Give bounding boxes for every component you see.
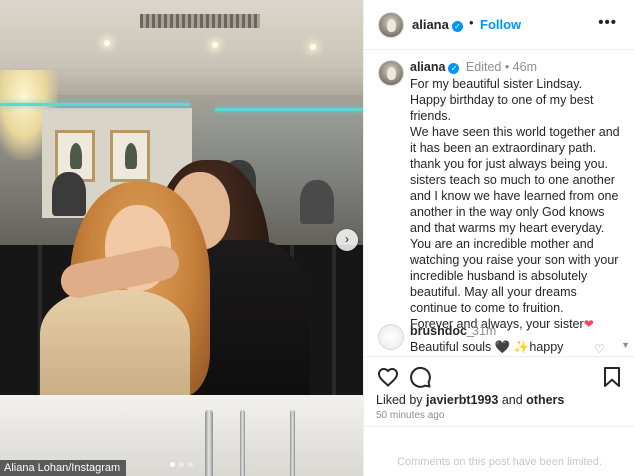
caption-line: We have seen this world together and it …	[410, 125, 620, 315]
comment: brushdoc_ 31m Beautiful souls 🖤 ✨happy ♡	[364, 318, 634, 358]
comment-bubble-icon[interactable]	[408, 365, 432, 389]
caption-text: For my beautiful sister Lindsay. Happy b…	[410, 76, 622, 332]
header-separator: •	[469, 15, 474, 30]
comment-username[interactable]: brushdoc_	[410, 324, 474, 338]
ceiling-light	[212, 42, 218, 48]
caption-username[interactable]: aliana	[410, 60, 445, 74]
cutlery	[290, 410, 295, 476]
save-bookmark-icon[interactable]	[600, 365, 624, 389]
background-diner	[52, 172, 86, 216]
ceiling-light	[310, 44, 316, 50]
post-header: aliana ✓ • Follow •••	[364, 0, 634, 50]
verified-badge-icon: ✓	[448, 63, 460, 74]
post-actions: Liked by javierbt1993 and others 50 minu…	[364, 356, 634, 426]
background-diner	[300, 180, 334, 224]
liked-by-and: and	[501, 393, 523, 407]
caption-meta: Edited • 46m	[465, 60, 538, 74]
follow-button[interactable]: Follow	[480, 17, 521, 32]
cutlery	[240, 410, 245, 476]
liked-by-others[interactable]: others	[526, 393, 564, 407]
carousel-dots	[170, 462, 193, 467]
knife	[205, 410, 213, 476]
avatar[interactable]	[378, 60, 404, 86]
person-left-body	[40, 290, 190, 400]
username-text[interactable]: aliana	[412, 17, 449, 32]
liked-by-prefix: Liked by	[376, 393, 423, 407]
wall-painting	[110, 130, 150, 182]
carousel-dot	[188, 462, 193, 467]
caption-line: For my beautiful sister Lindsay.	[410, 77, 583, 91]
more-options-icon[interactable]: •••	[598, 14, 617, 31]
ceiling-light	[104, 40, 110, 46]
liked-by-text: Liked by javierbt1993 and others	[376, 393, 564, 407]
comment-like-icon[interactable]: ♡	[594, 342, 605, 356]
carousel-dot	[179, 462, 184, 467]
caption-header: aliana ✓ Edited • 46m	[410, 60, 537, 74]
verified-badge-icon: ✓	[451, 21, 463, 32]
photo-credit: Aliana Lohan/Instagram	[0, 460, 127, 476]
scroll-down-icon[interactable]: ▼	[621, 340, 630, 350]
ceiling-vent	[140, 14, 260, 28]
comment-meta: 31m	[472, 324, 497, 338]
comment-text: Beautiful souls 🖤 ✨happy	[410, 340, 564, 354]
carousel-dot	[170, 462, 175, 467]
liked-by-user[interactable]: javierbt1993	[426, 393, 498, 407]
avatar[interactable]	[378, 12, 404, 38]
like-heart-icon[interactable]	[376, 365, 400, 389]
post-photo[interactable]: › Aliana Lohan/Instagram	[0, 0, 363, 476]
caption-line: Happy birthday to one of my best friends…	[410, 93, 594, 123]
header-username[interactable]: aliana ✓	[412, 17, 463, 32]
teal-light-strip	[0, 103, 190, 106]
comments-limited-notice: Comments on this post have been limited.	[364, 426, 634, 476]
caption: aliana ✓ Edited • 46m For my beautiful si…	[364, 50, 634, 340]
carousel-next-button[interactable]: ›	[336, 229, 358, 251]
post-timestamp[interactable]: 50 minutes ago	[376, 410, 444, 421]
post-side-panel: aliana ✓ • Follow ••• aliana ✓ Edited • 46…	[363, 0, 634, 476]
avatar[interactable]	[378, 324, 404, 350]
teal-light-strip	[215, 108, 363, 111]
